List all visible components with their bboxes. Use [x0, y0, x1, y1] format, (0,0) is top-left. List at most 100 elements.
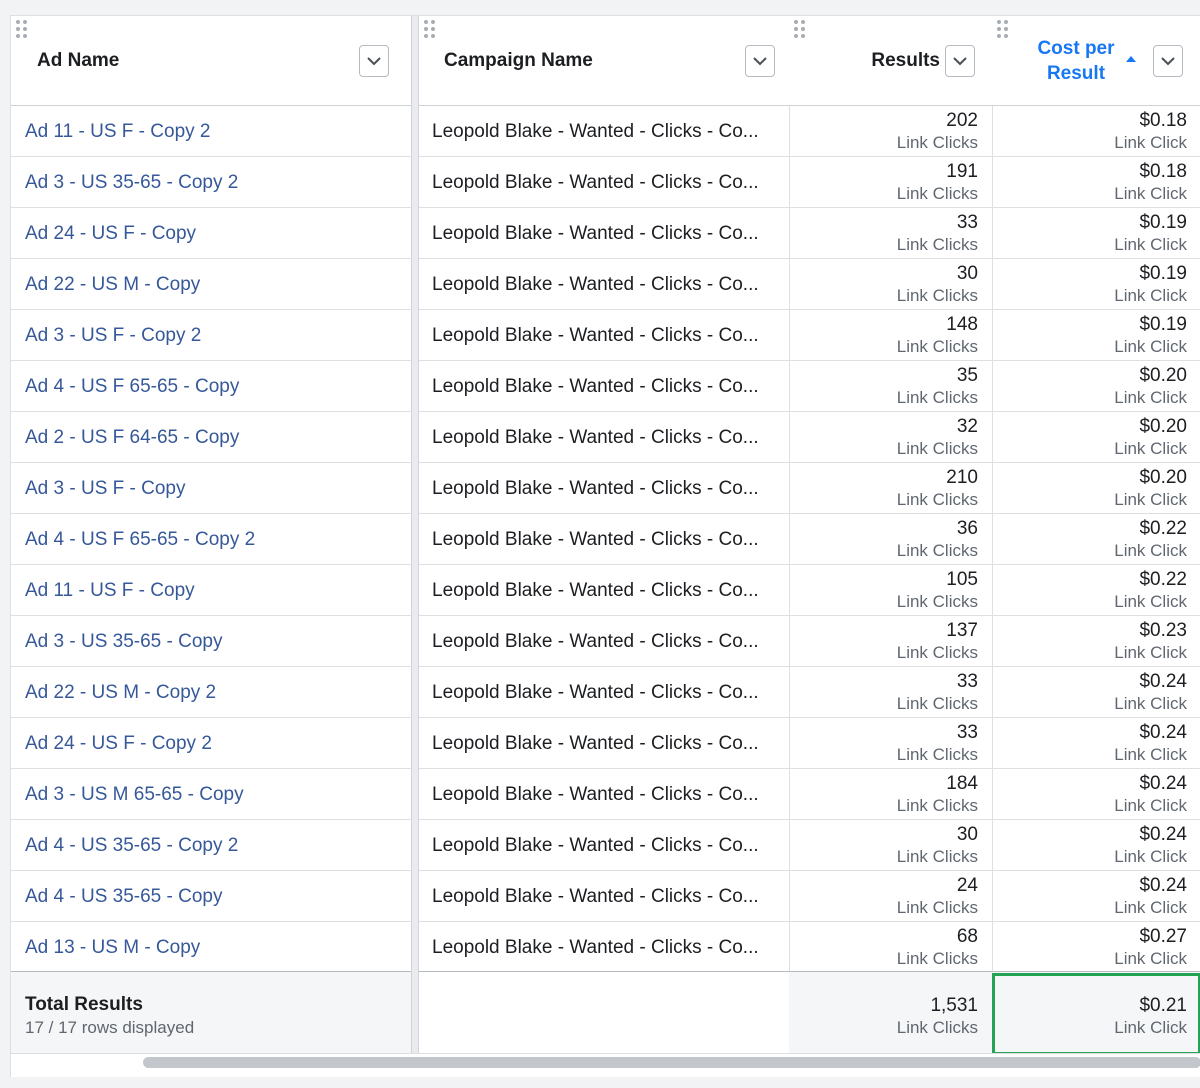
campaign-name: Leopold Blake - Wanted - Clicks - Co... — [432, 835, 759, 856]
ad-name-link[interactable]: Ad 11 - US F - Copy 2 — [25, 121, 211, 143]
column-resize-handle-ad-name[interactable] — [411, 16, 419, 1053]
results-value: 33 — [956, 671, 978, 692]
cost-unit: Link Click — [1114, 133, 1187, 152]
table-row-ad-cell: Ad 4 - US F 65-65 - Copy — [11, 361, 411, 412]
ad-name-link[interactable]: Ad 24 - US F - Copy — [25, 223, 196, 245]
ad-name-link[interactable]: Ad 2 - US F 64-65 - Copy — [25, 427, 239, 449]
table-row-results-cell: 36 Link Clicks — [789, 514, 992, 565]
campaign-name: Leopold Blake - Wanted - Clicks - Co... — [432, 784, 759, 805]
ad-name-link[interactable]: Ad 11 - US F - Copy — [25, 580, 195, 602]
table-row-results-cell: 202 Link Clicks — [789, 106, 992, 157]
campaign-name: Leopold Blake - Wanted - Clicks - Co... — [432, 937, 759, 958]
header-label[interactable]: Campaign Name — [444, 50, 593, 72]
table-row-campaign-cell: Leopold Blake - Wanted - Clicks - Co... — [419, 310, 789, 361]
ad-name-link[interactable]: Ad 4 - US 35-65 - Copy — [25, 886, 222, 908]
cost-unit: Link Click — [1114, 541, 1187, 560]
header-label-sorted[interactable]: Cost per Result — [1026, 36, 1126, 86]
cost-value: $0.19 — [1139, 263, 1187, 284]
column-menu-button[interactable] — [945, 45, 975, 77]
cost-value: $0.22 — [1139, 569, 1187, 590]
sort-ascending-icon[interactable] — [1126, 56, 1136, 62]
ad-name-link[interactable]: Ad 3 - US F - Copy 2 — [25, 325, 201, 347]
ad-name-link[interactable]: Ad 4 - US 35-65 - Copy 2 — [25, 835, 238, 857]
results-unit: Link Clicks — [896, 796, 978, 815]
table-row-ad-cell: Ad 2 - US F 64-65 - Copy — [11, 412, 411, 463]
table-row-results-cell: 210 Link Clicks — [789, 463, 992, 514]
cost-unit: Link Click — [1114, 439, 1187, 458]
drag-handle-icon[interactable] — [16, 20, 32, 40]
header-cost-per-result: Cost per Result — [992, 16, 1200, 106]
drag-handle-icon[interactable] — [997, 20, 1013, 40]
table-row-campaign-cell: Leopold Blake - Wanted - Clicks - Co... — [419, 871, 789, 922]
cost-unit: Link Click — [1114, 286, 1187, 305]
column-menu-button[interactable] — [1153, 45, 1183, 77]
table-row-cost-cell: $0.24 Link Click — [992, 718, 1200, 769]
cost-unit: Link Click — [1114, 694, 1187, 713]
table-row-cost-cell: $0.22 Link Click — [992, 565, 1200, 616]
chevron-down-icon — [753, 57, 767, 66]
campaign-name: Leopold Blake - Wanted - Clicks - Co... — [432, 325, 759, 346]
header-results: Results — [789, 16, 992, 106]
drag-handle-icon[interactable] — [794, 20, 810, 40]
totals-campaign-cell — [419, 971, 789, 1053]
cost-value: $0.24 — [1139, 671, 1187, 692]
ad-name-link[interactable]: Ad 3 - US 35-65 - Copy — [25, 631, 222, 653]
cost-unit: Link Click — [1114, 847, 1187, 866]
table-row-ad-cell: Ad 3 - US M 65-65 - Copy — [11, 769, 411, 820]
results-value: 33 — [956, 722, 978, 743]
results-unit: Link Clicks — [896, 847, 978, 866]
table-row-ad-cell: Ad 4 - US 35-65 - Copy 2 — [11, 820, 411, 871]
cost-value: $0.19 — [1139, 314, 1187, 335]
cost-value: $0.24 — [1139, 875, 1187, 896]
cost-unit: Link Click — [1114, 898, 1187, 917]
campaign-name: Leopold Blake - Wanted - Clicks - Co... — [432, 172, 759, 193]
ad-name-link[interactable]: Ad 22 - US M - Copy 2 — [25, 682, 216, 704]
horizontal-scrollbar-thumb[interactable] — [143, 1057, 1200, 1068]
header-label[interactable]: Ad Name — [37, 50, 119, 72]
table-row-cost-cell: $0.24 Link Click — [992, 769, 1200, 820]
table-row-ad-cell: Ad 4 - US F 65-65 - Copy 2 — [11, 514, 411, 565]
ad-name-link[interactable]: Ad 3 - US F - Copy — [25, 478, 186, 500]
table-row-results-cell: 68 Link Clicks — [789, 922, 992, 973]
campaign-name: Leopold Blake - Wanted - Clicks - Co... — [432, 274, 759, 295]
table-row-campaign-cell: Leopold Blake - Wanted - Clicks - Co... — [419, 106, 789, 157]
cost-unit: Link Click — [1114, 184, 1187, 203]
ad-name-link[interactable]: Ad 3 - US 35-65 - Copy 2 — [25, 172, 238, 194]
cost-unit: Link Click — [1114, 337, 1187, 356]
results-unit: Link Clicks — [896, 235, 978, 254]
table-row-campaign-cell: Leopold Blake - Wanted - Clicks - Co... — [419, 412, 789, 463]
cost-value: $0.22 — [1139, 518, 1187, 539]
results-unit: Link Clicks — [896, 490, 978, 509]
table-row-ad-cell: Ad 3 - US 35-65 - Copy 2 — [11, 157, 411, 208]
results-value: 36 — [956, 518, 978, 539]
results-value: 68 — [956, 926, 978, 947]
table-row-campaign-cell: Leopold Blake - Wanted - Clicks - Co... — [419, 514, 789, 565]
table-row-campaign-cell: Leopold Blake - Wanted - Clicks - Co... — [419, 565, 789, 616]
header-campaign-name: Campaign Name — [419, 16, 789, 106]
table-row-results-cell: 32 Link Clicks — [789, 412, 992, 463]
ad-name-link[interactable]: Ad 4 - US F 65-65 - Copy 2 — [25, 529, 255, 551]
column-menu-button[interactable] — [359, 45, 389, 77]
column-menu-button[interactable] — [745, 45, 775, 77]
table-row-results-cell: 184 Link Clicks — [789, 769, 992, 820]
results-unit: Link Clicks — [896, 286, 978, 305]
ad-name-link[interactable]: Ad 3 - US M 65-65 - Copy — [25, 784, 244, 806]
drag-handle-icon[interactable] — [424, 20, 440, 40]
table-row-ad-cell: Ad 3 - US F - Copy 2 — [11, 310, 411, 361]
table-row-results-cell: 24 Link Clicks — [789, 871, 992, 922]
chevron-down-icon — [953, 57, 967, 66]
header-label-line2: Result — [1046, 63, 1106, 84]
table-row-campaign-cell: Leopold Blake - Wanted - Clicks - Co... — [419, 922, 789, 973]
ad-name-link[interactable]: Ad 4 - US F 65-65 - Copy — [25, 376, 239, 398]
table-row-cost-cell: $0.20 Link Click — [992, 463, 1200, 514]
total-results-label: Total Results — [25, 994, 143, 1015]
ad-name-link[interactable]: Ad 24 - US F - Copy 2 — [25, 733, 212, 755]
chevron-down-icon — [367, 57, 381, 66]
ad-name-link[interactable]: Ad 13 - US M - Copy — [25, 937, 200, 959]
cost-value: $0.24 — [1139, 773, 1187, 794]
table-row-cost-cell: $0.19 Link Click — [992, 208, 1200, 259]
cost-unit: Link Click — [1114, 388, 1187, 407]
header-label[interactable]: Results — [871, 50, 940, 72]
results-value: 105 — [946, 569, 978, 590]
ad-name-link[interactable]: Ad 22 - US M - Copy — [25, 274, 200, 296]
